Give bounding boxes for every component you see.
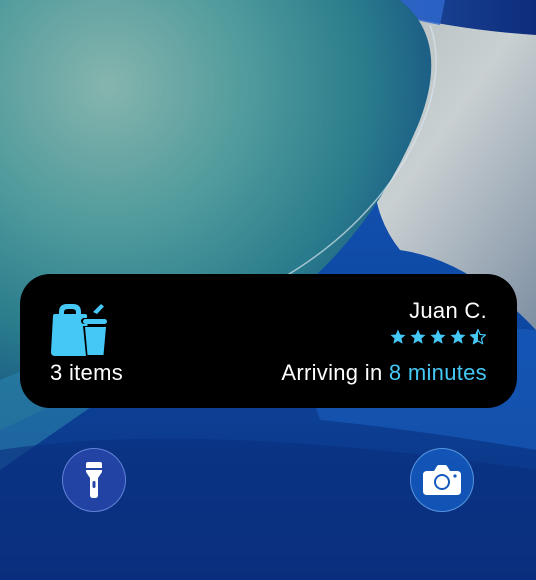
star-icon xyxy=(390,329,406,344)
arrival-prefix: Arriving in xyxy=(281,360,383,385)
takeout-bag-and-cup-icon xyxy=(51,304,107,356)
star-icon xyxy=(450,329,466,344)
flashlight-icon xyxy=(86,462,102,498)
lock-screen: 3 items Juan C. Arriving in 8 minutes xyxy=(0,0,536,580)
camera-icon xyxy=(423,465,461,495)
star-icon xyxy=(430,329,446,344)
half-star-icon xyxy=(469,328,487,345)
courier-rating xyxy=(389,328,487,346)
flashlight-button[interactable] xyxy=(62,448,126,512)
food-delivery-live-activity[interactable]: 3 items Juan C. Arriving in 8 minutes xyxy=(20,274,517,408)
items-count-label: 3 items xyxy=(50,360,124,385)
courier-name: Juan C. xyxy=(409,298,487,323)
star-icon xyxy=(410,329,426,344)
arrival-eta: 8 minutes xyxy=(388,360,487,385)
camera-button[interactable] xyxy=(410,448,474,512)
arrival-status: Arriving in 8 minutes xyxy=(281,360,487,386)
